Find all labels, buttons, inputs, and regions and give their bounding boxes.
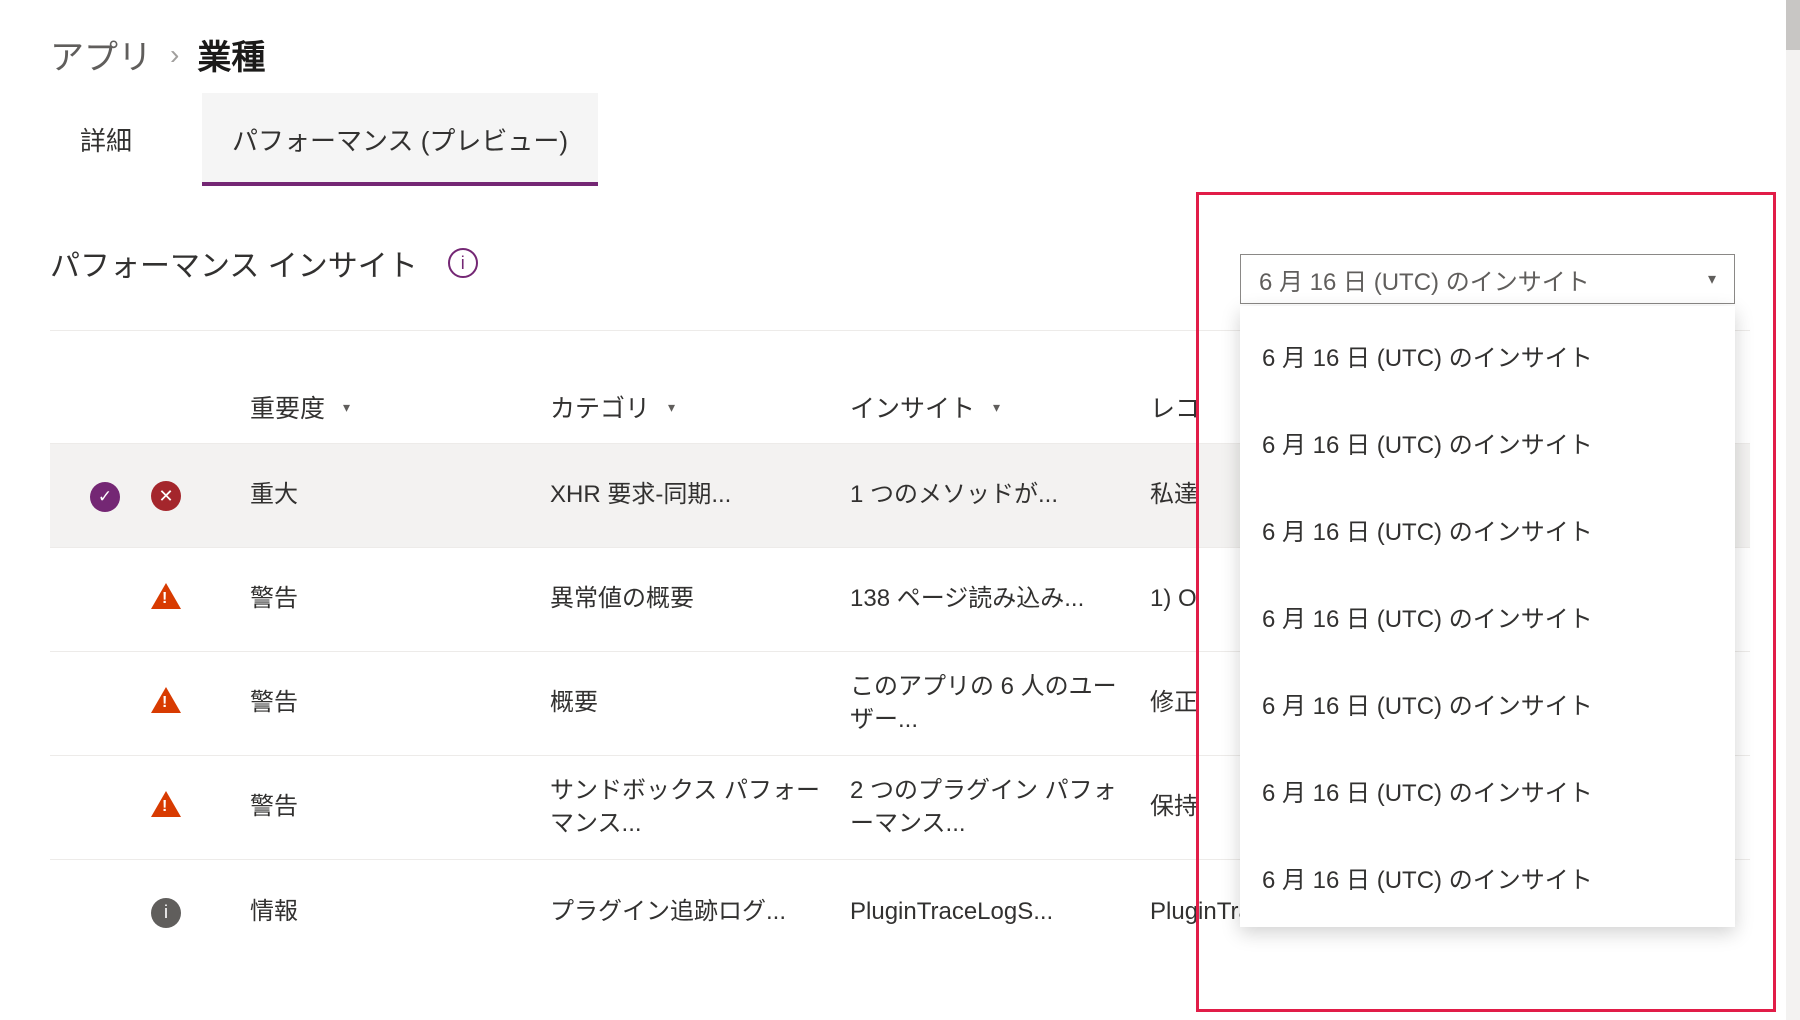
severity-info-icon: i	[151, 898, 181, 928]
section-title: パフォーマンス インサイト	[50, 241, 418, 285]
cell-insight: このアプリの 6 人のユーザー...	[850, 671, 1150, 736]
severity-warning-icon	[151, 791, 181, 817]
cell-insight: PluginTraceLogS...	[850, 896, 1150, 928]
chevron-down-icon: ▾	[1708, 269, 1716, 289]
col-severity[interactable]: 重要度 ▾	[250, 389, 550, 425]
cell-severity: 警告	[250, 687, 550, 719]
selected-check-icon: ✓	[90, 482, 120, 512]
tabs: 詳細 パフォーマンス (プレビュー)	[50, 93, 1750, 186]
breadcrumb-parent[interactable]: アプリ	[50, 30, 152, 79]
col-category[interactable]: カテゴリ ▾	[550, 389, 850, 425]
breadcrumb-current: 業種	[197, 30, 265, 79]
cell-severity: 重大	[250, 479, 550, 511]
vertical-scrollbar[interactable]	[1786, 0, 1800, 1020]
date-dropdown-button[interactable]: 6 月 16 日 (UTC) のインサイト ▾	[1240, 254, 1735, 304]
cell-category: プラグイン追跡ログ...	[550, 896, 850, 928]
cell-insight: 138 ページ読み込み...	[850, 583, 1150, 615]
date-dropdown-option[interactable]: 6 月 16 日 (UTC) のインサイト	[1240, 399, 1735, 486]
tab-performance[interactable]: パフォーマンス (プレビュー)	[202, 93, 598, 186]
date-dropdown-option[interactable]: 6 月 16 日 (UTC) のインサイト	[1240, 312, 1735, 399]
tab-details[interactable]: 詳細	[50, 93, 162, 186]
info-icon[interactable]: i	[448, 248, 478, 278]
cell-insight: 2 つのプラグイン パフォーマンス...	[850, 775, 1150, 840]
date-dropdown-option[interactable]: 6 月 16 日 (UTC) のインサイト	[1240, 834, 1735, 921]
chevron-right-icon: ›	[170, 39, 179, 71]
chevron-down-icon: ▾	[343, 399, 350, 416]
severity-warning-icon	[151, 687, 181, 713]
col-recommendation-label: レコ	[1150, 389, 1200, 425]
cell-category: 概要	[550, 687, 850, 719]
scrollbar-thumb[interactable]	[1786, 0, 1800, 50]
date-dropdown-panel: 6 月 16 日 (UTC) のインサイト 6 月 16 日 (UTC) のイン…	[1240, 306, 1735, 927]
date-dropdown-option[interactable]: 6 月 16 日 (UTC) のインサイト	[1240, 660, 1735, 747]
cell-category: サンドボックス パフォーマンス...	[550, 775, 850, 840]
date-dropdown-selected: 6 月 16 日 (UTC) のインサイト	[1259, 262, 1590, 297]
cell-insight: 1 つのメソッドが...	[850, 479, 1150, 511]
date-dropdown-option[interactable]: 6 月 16 日 (UTC) のインサイト	[1240, 486, 1735, 573]
date-dropdown-option[interactable]: 6 月 16 日 (UTC) のインサイト	[1240, 747, 1735, 834]
col-severity-label: 重要度	[250, 389, 325, 425]
cell-severity: 情報	[250, 896, 550, 928]
date-dropdown: 6 月 16 日 (UTC) のインサイト ▾ 6 月 16 日 (UTC) の…	[1240, 254, 1735, 927]
severity-critical-icon: ✕	[151, 481, 181, 511]
cell-severity: 警告	[250, 791, 550, 823]
col-insight[interactable]: インサイト ▾	[850, 389, 1150, 425]
breadcrumb: アプリ › 業種	[50, 30, 1750, 79]
chevron-down-icon: ▾	[993, 399, 1000, 416]
severity-warning-icon	[151, 583, 181, 609]
cell-category: 異常値の概要	[550, 583, 850, 615]
chevron-down-icon: ▾	[668, 399, 675, 416]
date-dropdown-option[interactable]: 6 月 16 日 (UTC) のインサイト	[1240, 573, 1735, 660]
cell-category: XHR 要求-同期...	[550, 479, 850, 511]
cell-severity: 警告	[250, 583, 550, 615]
col-category-label: カテゴリ	[550, 389, 650, 425]
col-insight-label: インサイト	[850, 389, 975, 425]
